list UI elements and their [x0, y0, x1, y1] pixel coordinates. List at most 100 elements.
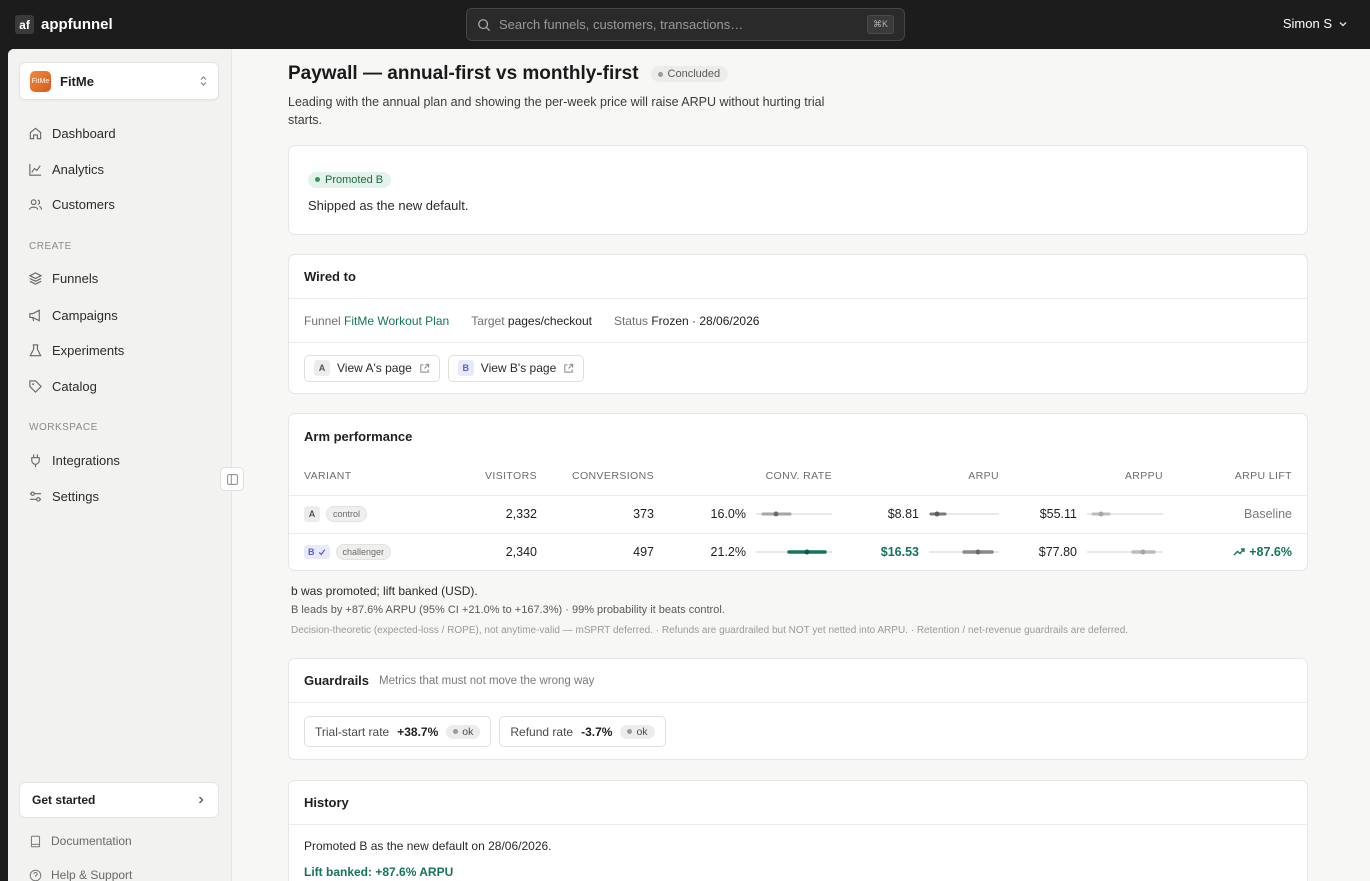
logo-mark: af	[15, 15, 34, 34]
external-link-icon	[564, 363, 574, 373]
sidebar-item-settings[interactable]: Settings	[28, 486, 99, 506]
view-pages-row: A View A's page B View B's page	[289, 343, 1307, 393]
workspace-name: FitMe	[60, 73, 94, 89]
help-label: Help & Support	[51, 868, 133, 881]
guardrails-subtitle: Metrics that must not move the wrong way	[379, 674, 595, 687]
sidebar-item-label: Funnels	[52, 270, 99, 286]
ok-dot	[627, 729, 633, 734]
history-card: History Promoted B as the new default on…	[288, 780, 1308, 881]
workspace-avatar: FitMe	[30, 70, 51, 92]
performance-card: Arm performance VARIANT VISITORS CONVERS…	[288, 413, 1308, 571]
conversions-cell: 497	[633, 545, 654, 560]
chevron-down-icon	[1339, 21, 1347, 26]
promoted-dot	[315, 177, 320, 182]
search-input[interactable]: Search funnels, customers, transactions……	[466, 8, 905, 41]
guardrail-label: Trial-start rate	[315, 724, 390, 739]
control-tag: control	[326, 506, 368, 522]
sidebar-item-label: Settings	[52, 488, 99, 504]
arppu-value: $77.80	[1038, 545, 1077, 560]
user-menu[interactable]: Simon S	[1283, 16, 1348, 31]
variant-b-chip: B	[304, 545, 330, 560]
guardrail-status-label: ok	[462, 725, 474, 738]
performance-title: Arm performance	[304, 428, 413, 444]
search-placeholder: Search funnels, customers, transactions…	[499, 17, 744, 32]
promoted-badge: Promoted B	[308, 171, 392, 188]
arpu-cell: $8.81	[832, 495, 999, 534]
chevron-updown-icon	[200, 76, 207, 86]
target-value: pages/checkout	[507, 313, 592, 328]
app-logo[interactable]: af appfunnel	[15, 15, 113, 34]
promotion-note: b was promoted; lift banked (USD).	[291, 584, 478, 598]
conv-rate-value: 16.0%	[710, 507, 746, 521]
plug-icon	[31, 453, 40, 467]
conv-rate-value: 21.2%	[710, 545, 746, 560]
get-started-button[interactable]: Get started	[19, 782, 219, 818]
guardrail-label: Refund rate	[510, 724, 574, 739]
sidebar-item-funnels[interactable]: Funnels	[28, 268, 98, 288]
arppu-value: $55.11	[1039, 507, 1077, 521]
variant-b-chip: B	[457, 360, 474, 376]
visitors-cell: 2,332	[439, 495, 537, 534]
view-a-label: View A's page	[337, 361, 412, 375]
sidebar-item-label: Customers	[52, 196, 115, 212]
get-started-label: Get started	[32, 793, 96, 807]
title-row: Paywall — annual-first vs monthly-first …	[288, 63, 729, 85]
col-visitors: VISITORS	[439, 458, 537, 496]
sidebar-item-label: Integrations	[52, 452, 120, 468]
promoted-badge-label: Promoted B	[325, 173, 384, 186]
col-conv-rate: CONV. RATE	[654, 458, 832, 496]
ci-bar	[929, 511, 999, 517]
megaphone-icon	[29, 308, 40, 322]
arppu-cell: $55.11	[999, 495, 1163, 534]
documentation-label: Documentation	[51, 834, 132, 848]
sidebar-item-experiments[interactable]: Experiments	[28, 340, 124, 360]
check-icon	[318, 549, 325, 556]
help-link[interactable]: Help & Support	[29, 868, 132, 881]
arpu-cell: $16.53	[832, 533, 999, 571]
sidebar-item-campaigns[interactable]: Campaigns	[28, 305, 118, 325]
sidebar-collapse-button[interactable]	[220, 467, 244, 491]
lift-value-wrap: +87.6%	[1233, 545, 1292, 559]
app-frame: FitMe FitMe Dashboard Analytics Customer…	[8, 49, 1370, 881]
funnel-label: Funnel	[304, 313, 341, 328]
help-icon	[29, 869, 42, 881]
ci-bar	[756, 511, 832, 517]
conversions-cell: 373	[537, 495, 654, 534]
documentation-link[interactable]: Documentation	[29, 834, 132, 848]
visitors-cell: 2,340	[505, 545, 537, 560]
app-name: appfunnel	[41, 16, 113, 33]
main-content: Paywall — annual-first vs monthly-first …	[288, 49, 1308, 881]
users-icon	[28, 198, 43, 210]
conv-rate-cell: 16.0%	[654, 495, 832, 534]
sidebar-item-label: Experiments	[52, 342, 125, 358]
sidebar-item-analytics[interactable]: Analytics	[28, 159, 104, 179]
workspace-switcher[interactable]: FitMe FitMe	[19, 62, 219, 100]
arpu-value: $8.81	[887, 507, 919, 521]
table-header-row: VARIANT VISITORS CONVERSIONS CONV. RATE …	[289, 458, 1307, 496]
arpu-value: $16.53	[880, 545, 919, 560]
sidebar-item-customers[interactable]: Customers	[28, 194, 115, 214]
status-badge-label: Concluded	[667, 68, 721, 80]
sidebar-item-label: Analytics	[52, 161, 105, 177]
status-label: Status	[613, 313, 648, 328]
variant-a-chip: A	[304, 506, 320, 522]
sidebar-item-catalog[interactable]: Catalog	[28, 376, 97, 396]
wired-status: Status Frozen · 28/06/2026	[614, 314, 759, 328]
tag-icon	[29, 379, 42, 393]
history-title: History	[289, 781, 1307, 825]
methodology-note: Decision-theoretic (expected-loss / ROPE…	[291, 625, 1129, 636]
book-icon	[30, 835, 41, 847]
sidebar-item-dashboard[interactable]: Dashboard	[28, 123, 116, 143]
sidebar-item-integrations[interactable]: Integrations	[28, 450, 120, 470]
flask-icon	[29, 343, 42, 356]
guardrails-card: Guardrails Metrics that must not move th…	[288, 658, 1308, 760]
guardrail-status: ok	[620, 724, 655, 739]
guardrail-refund: Refund rate -3.7% ok	[499, 716, 666, 747]
view-b-label: View B's page	[480, 361, 557, 375]
wired-title: Wired to	[289, 255, 1307, 299]
funnel-link[interactable]: FitMe Workout Plan	[344, 314, 449, 328]
top-bar: af appfunnel Search funnels, customers, …	[0, 0, 1370, 49]
view-b-page-button[interactable]: B View B's page	[447, 354, 585, 382]
search-shortcut: ⌘K	[866, 15, 894, 34]
view-a-page-button[interactable]: A View A's page	[304, 354, 440, 382]
